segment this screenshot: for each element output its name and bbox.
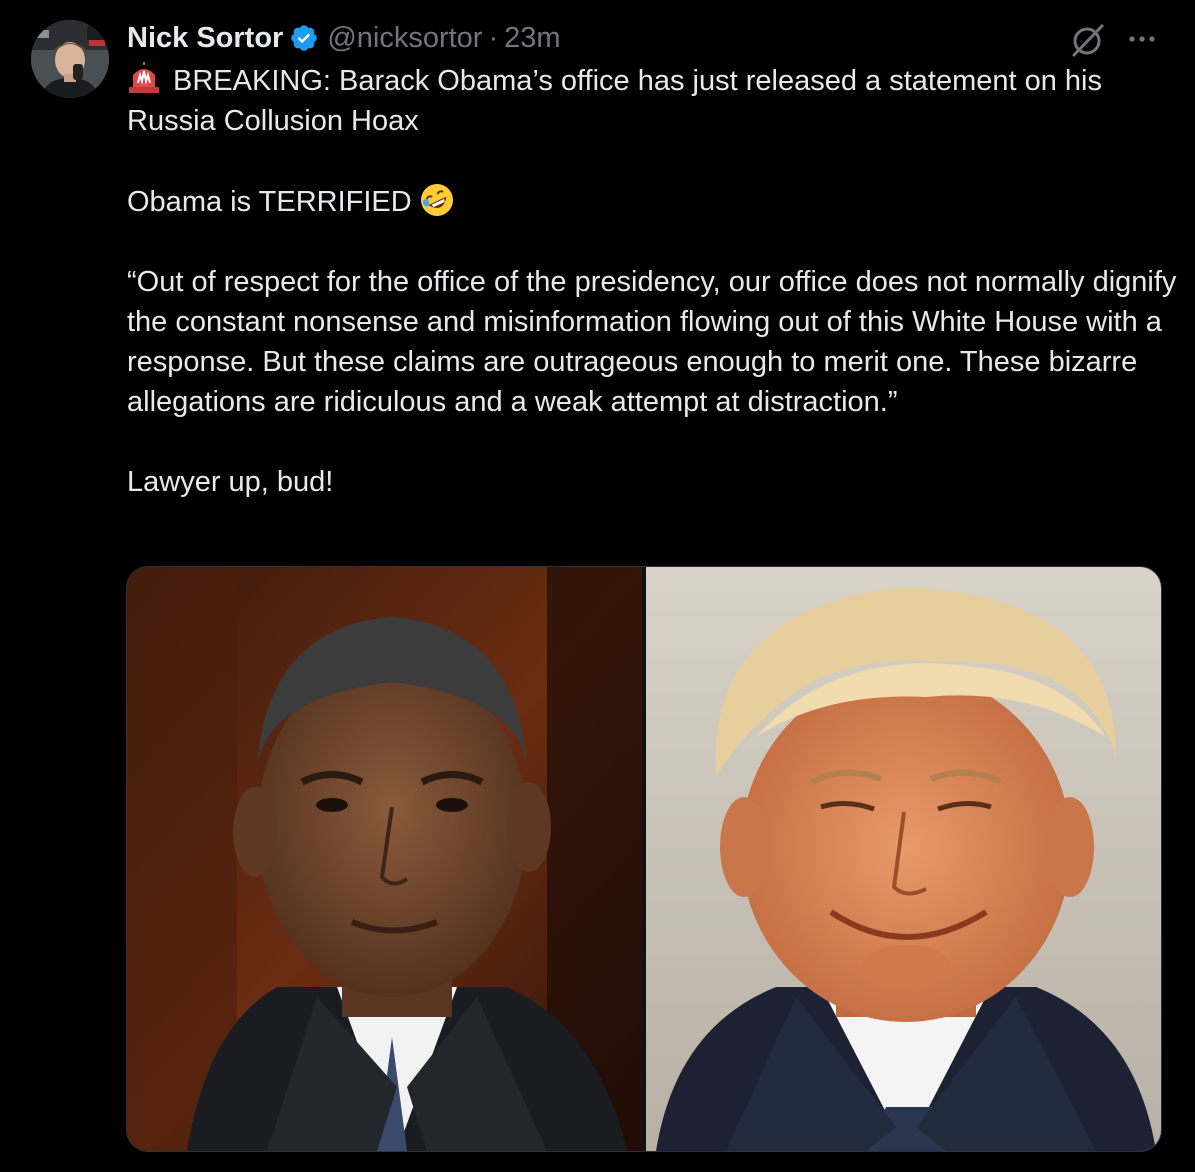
timestamp[interactable]: 23m [504,22,560,55]
post-line-terrified: Obama is TERRIFIED [127,181,1177,222]
rofl-emoji [418,181,456,219]
tweet[interactable]: Nick Sortor @nicksortor · 23m BREAKING: … [0,0,1195,1172]
grok-icon[interactable] [1068,20,1108,60]
terrified-text: Obama is TERRIFIED [127,186,412,218]
separator-dot: · [488,21,499,54]
post-text: BREAKING: Barack Obama’s office has just… [127,61,1177,502]
handle[interactable]: @nicksortor [327,22,482,55]
verified-badge-icon[interactable] [289,23,319,53]
avatar[interactable] [31,20,109,98]
media-grid[interactable] [126,566,1162,1152]
photo-obama-image [127,567,642,1151]
siren-emoji [127,61,161,95]
post-line-breaking: BREAKING: Barack Obama’s office has just… [127,61,1177,141]
photo-trump-image [646,567,1161,1151]
photo-obama[interactable] [127,567,642,1151]
post-header: Nick Sortor @nicksortor · 23m [127,18,561,58]
post-closing: Lawyer up, bud! [127,466,334,498]
more-icon[interactable] [1125,24,1159,54]
photo-trump[interactable] [646,567,1161,1151]
post-quote: “Out of respect for the office of the pr… [127,266,1185,418]
avatar-image [31,20,109,98]
display-name[interactable]: Nick Sortor [127,22,283,55]
breaking-text: BREAKING: Barack Obama’s office has just… [127,65,1111,137]
